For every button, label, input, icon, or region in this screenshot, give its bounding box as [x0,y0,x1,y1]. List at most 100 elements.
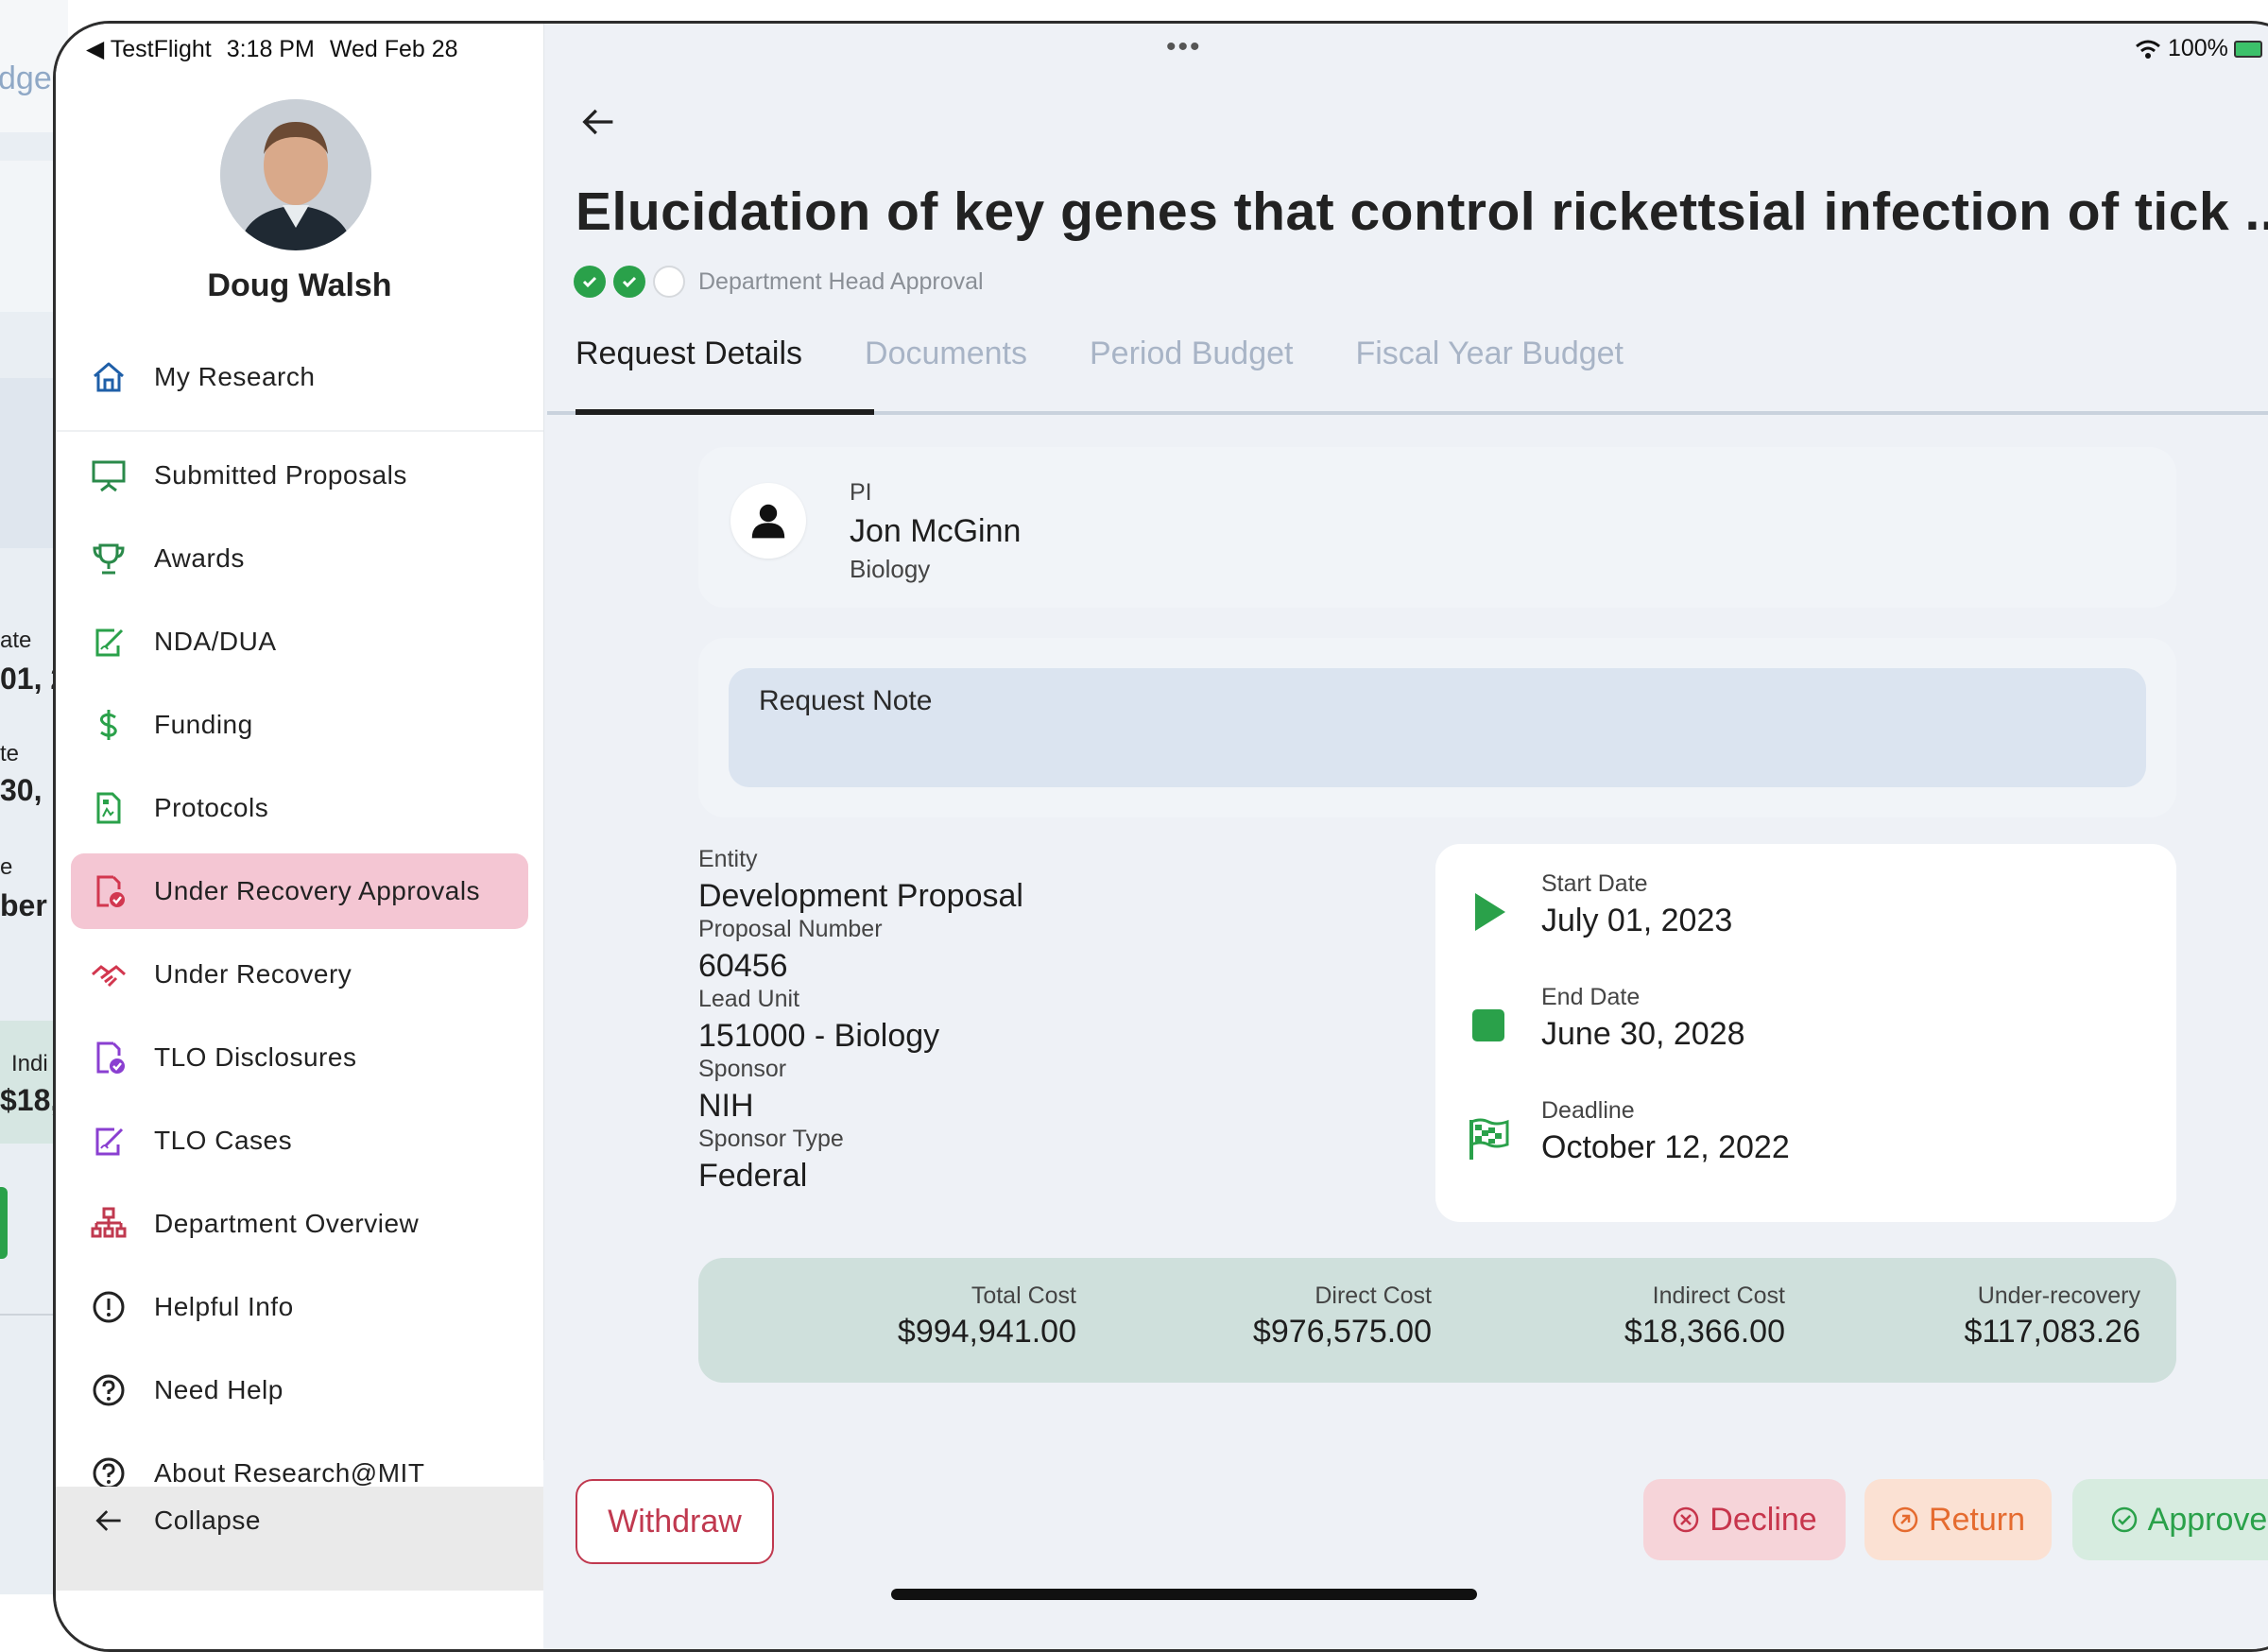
nav-protocols[interactable]: Protocols [71,770,528,846]
background-text: 30, [0,773,43,807]
request-note-field[interactable]: Request Note [729,668,2146,787]
arrow-left-icon [582,109,613,135]
withdraw-button[interactable]: Withdraw [576,1479,774,1564]
edit-document-icon [86,1118,131,1163]
sponsor-type-label: Sponsor Type [698,1126,844,1152]
dates-card: Start Date July 01, 2023 End Date June 3… [1435,844,2176,1222]
multitasking-dots[interactable]: ••• [1166,31,1202,63]
background-text: $18, [0,1083,60,1117]
back-button[interactable] [577,101,625,148]
collapse-button[interactable]: Collapse [71,1483,528,1558]
sponsor-value: NIH [698,1088,754,1124]
nav-label: Awards [154,543,245,573]
org-chart-icon [86,1201,131,1247]
return-button[interactable]: Return [1864,1479,2052,1560]
return-circle-icon [1892,1506,1918,1533]
lead-unit-label: Lead Unit [698,986,800,1012]
nav-department-overview[interactable]: Department Overview [71,1186,528,1262]
entity-value: Development Proposal [698,878,1023,914]
nav-label: NDA/DUA [154,627,277,656]
check-circle-icon [2111,1506,2137,1533]
tab-documents[interactable]: Documents [865,336,1027,372]
step-pending-icon [653,266,685,298]
nav-under-recovery[interactable]: Under Recovery [71,937,528,1012]
nav-label: My Research [154,362,316,391]
nav-label: TLO Disclosures [154,1042,357,1072]
person-icon [730,483,806,559]
sidebar: Doug Walsh My Research Submitted Proposa… [56,24,544,1649]
decline-button[interactable]: Decline [1643,1479,1846,1560]
nav-submitted-proposals[interactable]: Submitted Proposals [71,438,528,513]
nav-awards[interactable]: Awards [71,521,528,596]
under-recovery-value: $117,083.26 [1964,1314,2140,1350]
direct-cost-label: Direct Cost [1314,1282,1432,1309]
nav-label: Under Recovery Approvals [154,876,481,905]
trophy-icon [86,536,131,581]
lead-unit-value: 151000 - Biology [698,1018,940,1054]
step-complete-icon [613,266,645,298]
nav-label: Funding [154,710,253,739]
nav-label: Protocols [154,793,269,822]
total-cost-value: $994,941.00 [897,1314,1076,1350]
arrow-left-icon [86,1498,131,1543]
nav-need-help[interactable]: Need Help [71,1352,528,1428]
nav-under-recovery-approvals[interactable]: Under Recovery Approvals [71,853,528,929]
nav-funding[interactable]: Funding [71,687,528,763]
nav-helpful-info[interactable]: Helpful Info [71,1269,528,1345]
handshake-icon [86,952,131,997]
background-text: dge [0,60,52,96]
ipad-screen: Doug Walsh My Research Submitted Proposa… [53,21,2268,1652]
cost-summary-card: Total Cost $994,941.00 Direct Cost $976,… [698,1258,2176,1383]
total-cost-label: Total Cost [971,1282,1076,1309]
approval-step-label: Department Head Approval [698,267,984,295]
user-avatar[interactable] [220,99,371,250]
step-complete-icon [574,266,606,298]
indirect-cost: Indirect Cost $18,366.00 [1539,1282,1785,1351]
sponsor-label: Sponsor [698,1056,787,1082]
finish-flag-icon [1464,1114,1513,1163]
help-icon [86,1368,131,1413]
background-text: Indi [11,1051,48,1076]
start-date-label: Start Date [1541,870,1648,897]
approve-label: Approve [2147,1501,2268,1538]
background-text: ate [0,628,32,653]
back-to-app[interactable]: ◀ TestFlight [86,36,212,62]
tab-period-budget[interactable]: Period Budget [1090,336,1294,372]
edit-document-icon [86,619,131,664]
request-note-label: Request Note [759,685,933,716]
status-bar-right: 100% [2135,35,2262,62]
direct-cost: Direct Cost $976,575.00 [1186,1282,1432,1351]
page-title: Elucidation of key genes that control ri… [576,181,2268,242]
nav-nda-dua[interactable]: NDA/DUA [71,604,528,680]
nav-label: Department Overview [154,1209,420,1238]
pi-department: Biology [850,555,931,583]
document-badge-icon [86,1035,131,1080]
status-bar-left: ◀ TestFlight 3:18 PM Wed Feb 28 [86,35,473,63]
tab-fiscal-year-budget[interactable]: Fiscal Year Budget [1355,336,1624,372]
nav-divider [56,430,543,432]
nav-label: Submitted Proposals [154,460,407,490]
proposal-number-label: Proposal Number [698,916,883,942]
nav-tlo-cases[interactable]: TLO Cases [71,1103,528,1179]
pi-name: Jon McGinn [850,513,1022,549]
pi-role: PI [850,479,872,506]
nav-label: Under Recovery [154,959,352,989]
dollar-icon [86,702,131,748]
indirect-cost-label: Indirect Cost [1652,1282,1785,1309]
battery-percent: 100% [2167,35,2228,61]
end-date-value: June 30, 2028 [1541,1016,1745,1052]
approve-button[interactable]: Approve [2072,1479,2268,1560]
nav-my-research[interactable]: My Research [71,339,528,415]
nav-tlo-disclosures[interactable]: TLO Disclosures [71,1020,528,1095]
tab-request-details[interactable]: Request Details [576,336,802,372]
pi-card: PI Jon McGinn Biology [698,447,2176,608]
proposal-number-value: 60456 [698,948,788,984]
tab-bar: Request Details Documents Period Budget … [576,336,1686,372]
decline-label: Decline [1710,1501,1817,1538]
presentation-icon [86,453,131,498]
status-time: 3:18 PM [226,36,315,62]
approval-steps: Department Head Approval [574,266,984,298]
background-text: te [0,741,20,766]
info-icon [86,1284,131,1330]
document-check-icon [86,869,131,914]
